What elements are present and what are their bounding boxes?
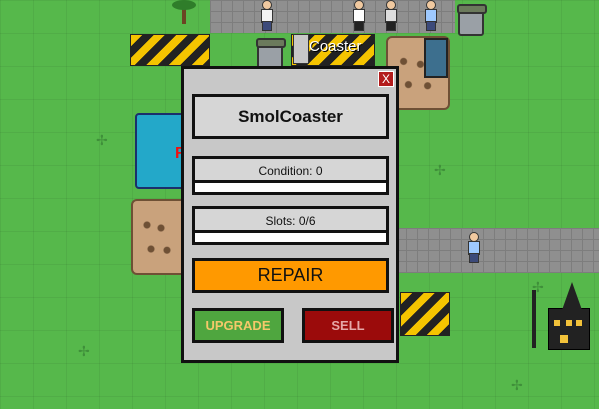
condition-panel: Condition: 0 [192, 156, 389, 195]
slots-bar [195, 230, 386, 242]
coaster-track-segment[interactable] [130, 34, 210, 66]
guest-icon [260, 0, 273, 31]
sell-button[interactable]: SELL [302, 308, 394, 343]
guest-icon [424, 0, 437, 31]
vending-machine-icon[interactable] [424, 38, 448, 78]
condition-label: Condition: 0 [258, 164, 323, 178]
ride-operator-icon [293, 34, 309, 64]
grass-tuft-icon: ✢ [434, 163, 446, 179]
ride-name-title: SmolCoaster [192, 94, 389, 139]
footpath-right[interactable] [395, 228, 599, 273]
guest-icon [352, 0, 365, 31]
picnic-plaza[interactable] [131, 199, 187, 275]
slots-label: Slots: 0/6 [265, 214, 316, 228]
grass-tuft-icon: ✢ [78, 344, 90, 360]
coaster-sign: Coaster [309, 38, 362, 55]
repair-button[interactable]: REPAIR [192, 258, 389, 293]
guest-icon [384, 0, 397, 31]
guest-icon [467, 232, 480, 263]
slots-panel: Slots: 0/6 [192, 206, 389, 245]
ride-info-dialog: X SmolCoaster Condition: 0 Slots: 0/6 RE… [181, 66, 399, 363]
close-button[interactable]: X [378, 71, 394, 87]
footpath-top[interactable] [210, 0, 455, 33]
grass-tuft-icon: ✢ [96, 133, 108, 149]
coaster-track-segment[interactable] [400, 292, 450, 336]
upgrade-button[interactable]: UPGRADE [192, 308, 284, 343]
condition-bar [195, 180, 386, 192]
grass-tuft-icon: ✢ [511, 378, 523, 394]
haunted-house-icon[interactable] [532, 280, 594, 350]
trash-bin-icon[interactable] [457, 4, 487, 36]
tree-icon [170, 0, 200, 24]
